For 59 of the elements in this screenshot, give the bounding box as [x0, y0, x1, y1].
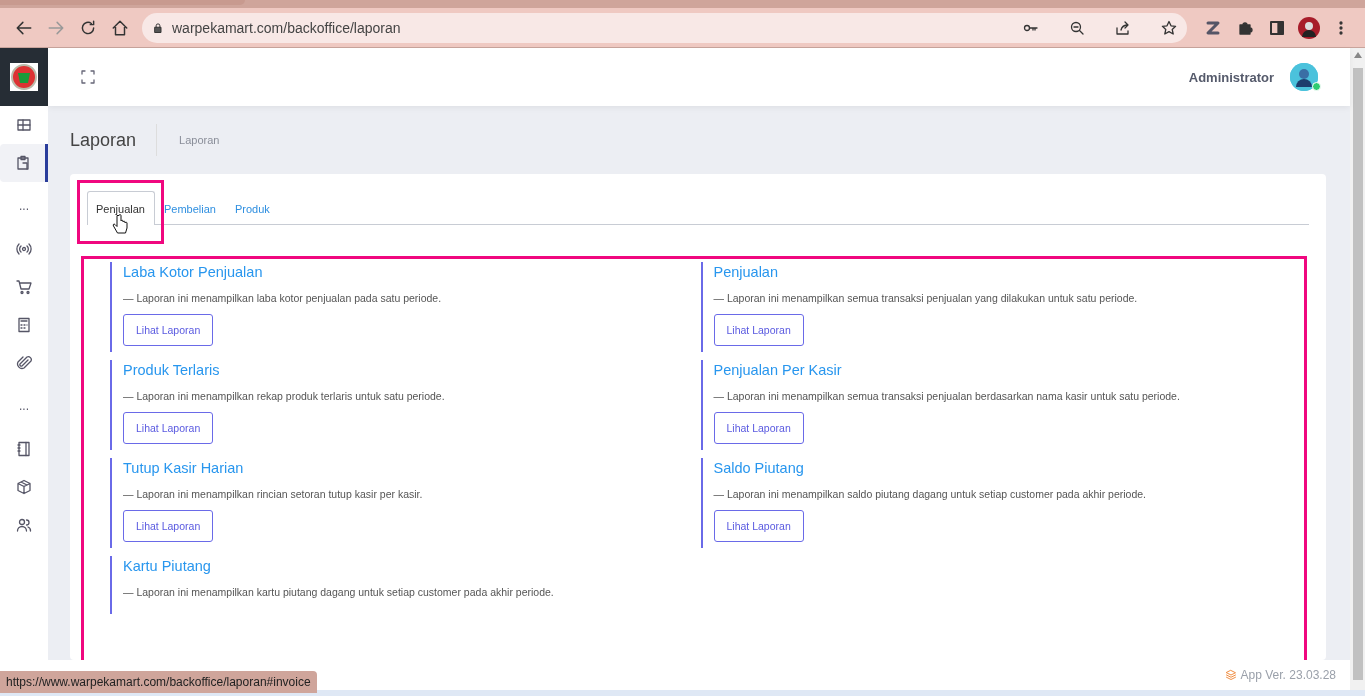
report-title: Tutup Kasir Harian	[123, 459, 245, 476]
notebook-icon	[16, 441, 32, 457]
report-description: — Laporan ini menampilkan semua transaksi penjualan berdasarkan nama kasir untuk satu periode.	[713, 390, 1181, 402]
star-icon	[1161, 19, 1177, 36]
report-description: — Laporan ini menampilkan saldo piutang dagang untuk setiap customer pada akhir periode.	[713, 488, 1148, 500]
lock-icon	[152, 21, 164, 34]
sidebar-section-dots: ...	[18, 398, 30, 415]
user-avatar-icon[interactable]	[1290, 63, 1318, 91]
view-report-button[interactable]: Lihat Laporan	[713, 314, 804, 346]
page-title: Laporan	[70, 124, 158, 156]
report-title: Saldo Piutang	[713, 459, 805, 476]
view-report-button[interactable]: Lihat Laporan	[123, 412, 214, 444]
report-title: Penjualan	[713, 263, 779, 280]
profile-avatar-icon	[1298, 16, 1320, 39]
breadcrumb-link[interactable]: Laporan	[179, 134, 220, 146]
puzzle-icon	[1237, 19, 1253, 36]
sidebar-section-dots: ...	[18, 198, 30, 215]
window-icon	[16, 117, 32, 133]
layers-icon	[1224, 669, 1237, 681]
logo-icon	[10, 63, 38, 91]
paperclip-icon	[16, 355, 32, 371]
calculator-icon	[16, 317, 32, 333]
scrollbar[interactable]	[1350, 48, 1365, 690]
box-icon	[16, 479, 32, 495]
report-description: — Laporan ini menampilkan laba kotor penjualan pada satu periode.	[123, 292, 443, 304]
z-letter-icon	[1205, 19, 1221, 36]
share-icon	[1115, 19, 1131, 36]
side-panel-icon	[1269, 19, 1285, 36]
url-text: warpekamart.com/backoffice/laporan	[172, 19, 402, 36]
report-tab[interactable]: Penjualan	[87, 191, 155, 225]
view-report-button[interactable]: Lihat Laporan	[123, 314, 214, 346]
report-description: — Laporan ini menampilkan rincian setoran tutup kasir per kasir.	[123, 488, 424, 500]
broadcast-icon	[16, 241, 32, 257]
address-bar[interactable]: warpekamart.com/backoffice/laporan	[142, 12, 1187, 43]
view-report-button[interactable]: Lihat Laporan	[713, 412, 804, 444]
clipboard-icon	[14, 155, 31, 171]
fullscreen-icon	[80, 69, 96, 85]
report-description: — Laporan ini menampilkan rekap produk terlaris untuk satu periode.	[123, 390, 446, 402]
report-title: Laba Kotor Penjualan	[123, 263, 264, 280]
report-tab[interactable]: Produk	[225, 191, 280, 225]
scroll-up-arrow-icon[interactable]	[1353, 52, 1362, 58]
report-description: — Laporan ini menampilkan kartu piutang dagang untuk setiap customer pada akhir periode.	[123, 586, 555, 598]
users-icon	[16, 517, 32, 533]
view-report-button[interactable]: Lihat Laporan	[123, 510, 214, 542]
report-title: Produk Terlaris	[123, 361, 221, 378]
report-description: — Laporan ini menampilkan semua transaksi penjualan yang dilakukan untuk satu periode.	[713, 292, 1139, 304]
report-title: Kartu Piutang	[123, 557, 212, 574]
report-tab[interactable]: Pembelian	[154, 191, 226, 225]
report-title: Penjualan Per Kasir	[713, 361, 843, 378]
user-name: Administrator	[1188, 69, 1274, 85]
status-url-tooltip: https://www.warpekamart.com/backoffice/laporan#invoice	[0, 671, 317, 693]
app-version: App Ver. 23.03.28	[1240, 668, 1336, 682]
reload-icon	[79, 18, 97, 37]
home-icon	[111, 18, 129, 37]
view-report-button[interactable]: Lihat Laporan	[713, 510, 804, 542]
zoom-out-icon	[1069, 19, 1085, 36]
hand-cursor-icon	[112, 214, 128, 236]
sidebar-item[interactable]	[0, 144, 48, 182]
cart-icon	[16, 279, 32, 295]
